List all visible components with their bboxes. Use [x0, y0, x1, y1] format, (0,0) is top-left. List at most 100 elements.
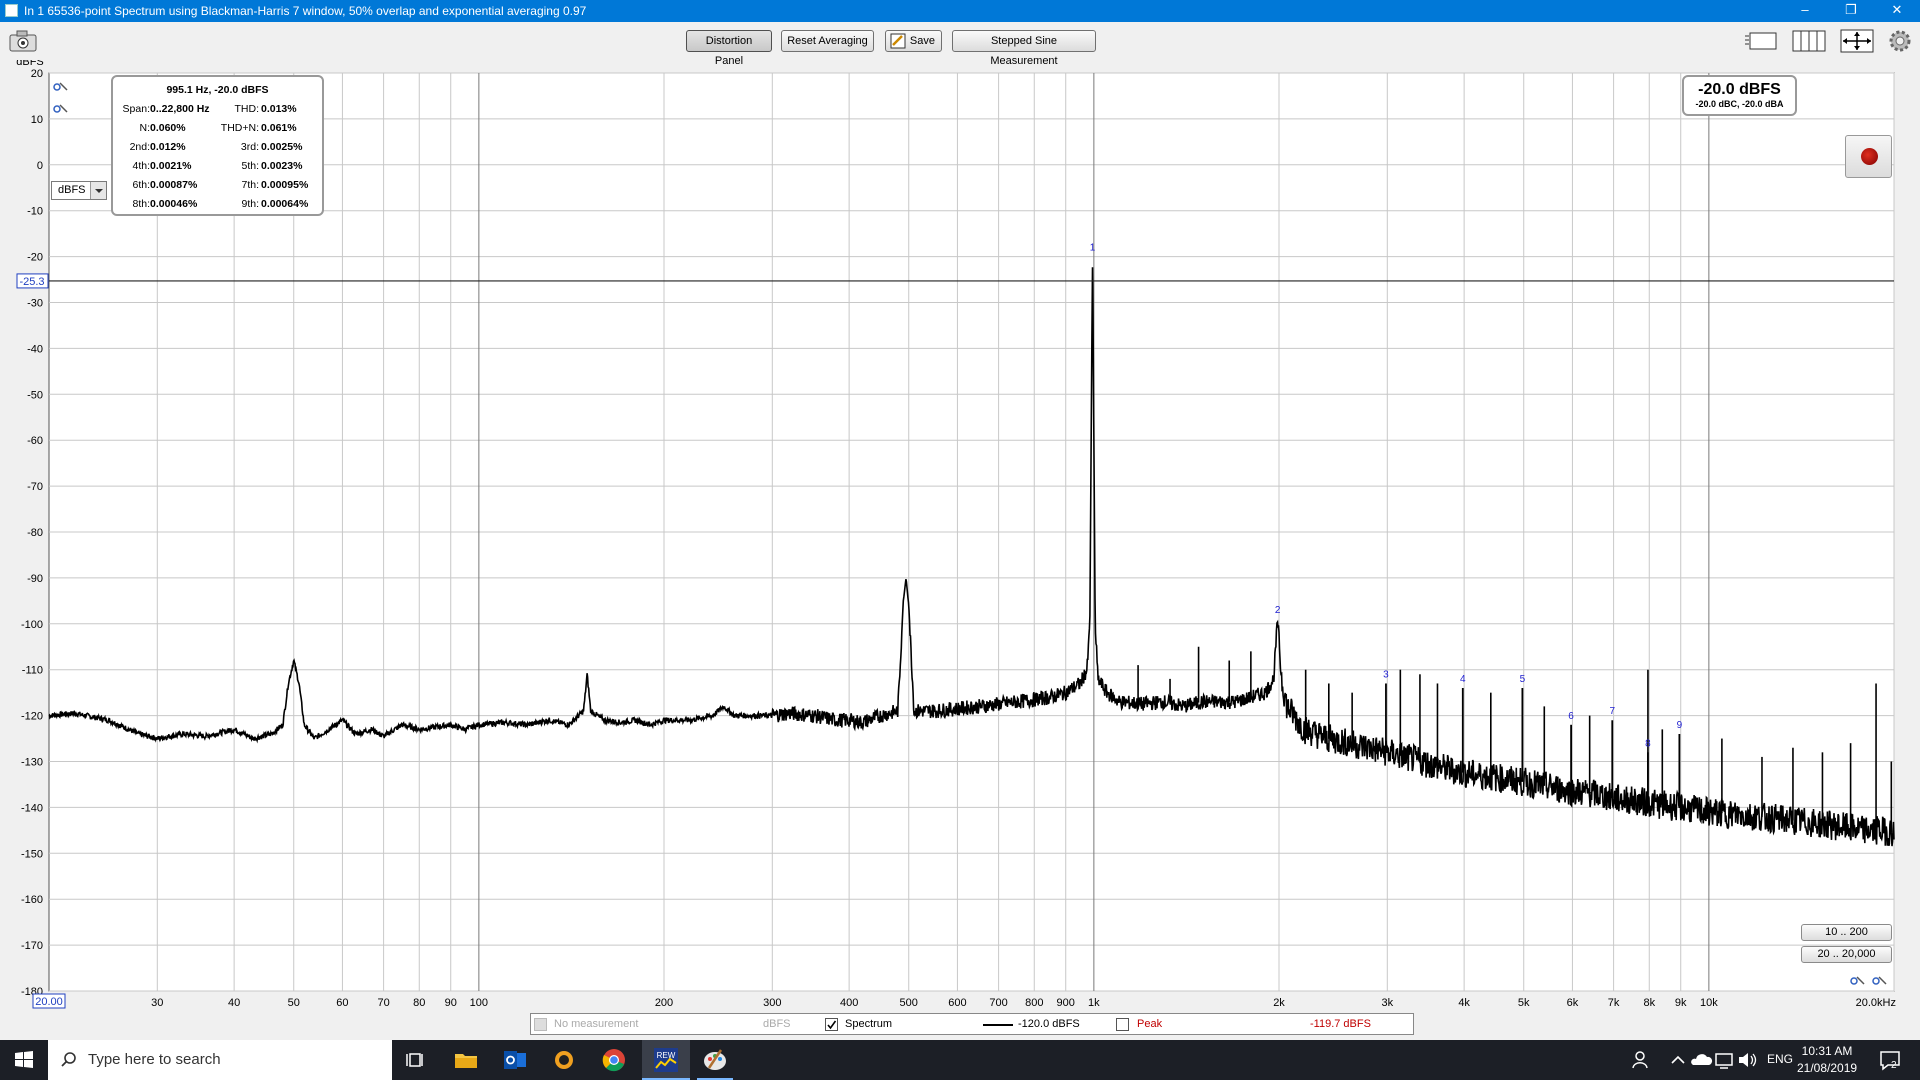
language-indicator[interactable]: ENG [1767, 1052, 1793, 1066]
zoom-in-vertical-icon[interactable] [52, 75, 72, 95]
file-explorer-icon[interactable] [452, 1046, 480, 1074]
distortion-label: THD: [234, 103, 260, 115]
distortion-label: 5th: [241, 160, 259, 172]
gear-icon[interactable] [1887, 28, 1913, 54]
y-tick-label: -20 [27, 252, 43, 264]
x-tick-label: 50 [288, 997, 300, 1009]
distortion-value: 0.00046% [150, 198, 198, 210]
distortion-value: 0.00095% [261, 179, 309, 191]
save-icon [890, 33, 906, 49]
x-tick-label: 2k [1273, 997, 1285, 1009]
volume-icon[interactable] [1733, 1046, 1761, 1074]
distortion-value: 0.061% [261, 122, 297, 134]
spectrum-checkbox[interactable] [825, 1018, 838, 1031]
unit-select[interactable]: dBFS [51, 181, 107, 200]
reset-averaging-button[interactable]: Reset Averaging [781, 30, 874, 52]
distortion-panel-button[interactable]: Distortion Panel [686, 30, 772, 67]
distortion-value: 0.00064% [261, 198, 309, 210]
x-tick-label: 3k [1381, 997, 1393, 1009]
y-tick-label: -160 [21, 894, 43, 906]
distortion-value: 0.0021% [150, 160, 192, 172]
spectrum-label: Spectrum [845, 1018, 893, 1030]
camera-icon[interactable] [8, 28, 38, 54]
x-tick-label: 1k [1088, 997, 1100, 1009]
range-10-200-button[interactable]: 10 .. 200 [1801, 924, 1892, 941]
range-20-20000-button[interactable]: 20 .. 20,000 [1801, 946, 1892, 963]
distortion-value: 0..22,800 Hz [150, 103, 210, 115]
distortion-header: 995.1 Hz, -20.0 dBFS [166, 84, 269, 96]
y-tick-label: 0 [37, 160, 43, 172]
windows-start-icon[interactable] [10, 1046, 38, 1074]
distortion-label: 9th: [241, 198, 259, 210]
x-tick-label: 20.0kHz [1856, 997, 1896, 1009]
svg-text:REW: REW [657, 1051, 676, 1060]
app-dial-icon[interactable] [550, 1046, 578, 1074]
y-axis-labels: 20 10 0 -10 -20 -30 -40 -50 -60 -70 -80 -90 -100 -110… [16, 60, 44, 998]
x-tick-label: 8k [1643, 997, 1655, 1009]
y-tick-label: -100 [21, 619, 43, 631]
x-tick-label: 40 [228, 997, 240, 1009]
layout-icon[interactable] [1743, 28, 1779, 54]
distortion-label: 3rd: [240, 141, 259, 153]
y-tick-label: -130 [21, 757, 43, 769]
harmonic-marker-label: 5 [1520, 674, 1526, 685]
distortion-value: 0.00087% [150, 179, 198, 191]
x-tick-label: 700 [989, 997, 1007, 1009]
close-button[interactable]: ✕ [1874, 0, 1920, 22]
clock-date[interactable]: 21/08/2019 [1797, 1061, 1857, 1075]
paint-icon [704, 1049, 726, 1070]
rew-taskbar-button[interactable]: REW [642, 1040, 690, 1080]
no-measurement-checkbox[interactable] [534, 1018, 547, 1031]
window-title: In 1 65536-point Spectrum using Blackman… [24, 4, 587, 18]
zoom-out-vertical-icon[interactable] [52, 97, 72, 117]
chrome-icon[interactable] [600, 1046, 628, 1074]
x-tick-label: 500 [900, 997, 918, 1009]
y-tick-label: -140 [21, 802, 43, 814]
harmonic-marker-label: 4 [1460, 674, 1466, 685]
record-button[interactable] [1845, 135, 1892, 178]
unit-select-value: dBFS [58, 184, 86, 196]
y-tick-label: -60 [27, 435, 43, 447]
notification-count: 2 [1891, 1060, 1897, 1071]
taskbar-search[interactable]: Type here to search [48, 1040, 392, 1080]
distortion-label: N: [139, 122, 151, 134]
y-tick-label: -10 [27, 206, 43, 218]
x-tick-label: 100 [470, 997, 488, 1009]
people-icon[interactable] [1628, 1046, 1656, 1074]
grid [48, 72, 1895, 992]
chevron-down-icon [90, 182, 106, 199]
restore-button[interactable]: ❐ [1828, 0, 1874, 22]
distortion-value: 0.013% [261, 103, 297, 115]
clock-time[interactable]: 10:31 AM [1797, 1044, 1857, 1058]
distortion-value: 0.060% [150, 122, 186, 134]
level-main: -20.0 dBFS [1698, 81, 1781, 98]
zoom-in-horizontal-icon[interactable] [1849, 969, 1869, 989]
level-meter: -20.0 dBFS -20.0 dBC, -20.0 dBA [1682, 75, 1797, 116]
distortion-panel: 995.1 Hz, -20.0 dBFS Span: 0..22,800 Hz TH… [111, 75, 324, 216]
x-tick-label: 60 [336, 997, 348, 1009]
peak-label: Peak [1137, 1018, 1163, 1030]
task-view-icon[interactable] [402, 1046, 430, 1074]
minimize-button[interactable]: – [1782, 0, 1828, 22]
level-sub: -20.0 dBC, -20.0 dBA [1695, 99, 1784, 109]
stepped-sine-button[interactable]: Stepped Sine Measurement [952, 30, 1096, 67]
y-tick-label: -30 [27, 298, 43, 310]
outlook-icon[interactable] [501, 1046, 529, 1074]
y-tick-label: 20 [31, 68, 43, 80]
spectrum-value: -120.0 dBFS [1018, 1018, 1080, 1030]
peak-checkbox[interactable] [1116, 1018, 1129, 1031]
notification-icon[interactable] [1876, 1046, 1904, 1074]
zoom-out-horizontal-icon[interactable] [1871, 969, 1891, 989]
distortion-value: 0.0025% [261, 141, 303, 153]
paint-taskbar-button[interactable] [691, 1040, 739, 1080]
columns-icon[interactable] [1791, 28, 1827, 54]
y-tick-label: -110 [22, 665, 43, 677]
x-tick-label: 70 [377, 997, 389, 1009]
x-tick-label: 800 [1025, 997, 1043, 1009]
save-button[interactable]: Save [885, 30, 942, 52]
x-tick-label: 400 [840, 997, 858, 1009]
zoom-fit-icon[interactable] [1839, 28, 1875, 54]
harmonic-marker-label: 8 [1645, 738, 1651, 749]
harmonic-marker-label: 1 [1090, 243, 1096, 254]
legend-bar: No measurement dBFS Spectrum -120.0 dBFS… [530, 1013, 1414, 1035]
